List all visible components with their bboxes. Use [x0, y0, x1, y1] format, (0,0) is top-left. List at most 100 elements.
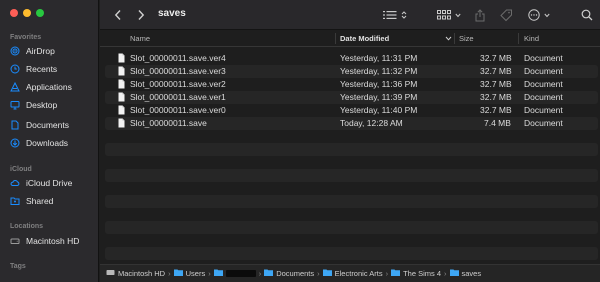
file-row[interactable]: Slot_00000011.save.ver1 Yesterday, 11:39… [105, 91, 598, 104]
empty-row [105, 221, 598, 234]
sidebar-item-shared[interactable]: Shared [10, 196, 53, 206]
sidebar-item-downloads[interactable]: Downloads [10, 138, 68, 148]
path-item-saves[interactable]: saves [449, 269, 482, 278]
document-icon [118, 92, 125, 102]
file-kind: Document [524, 66, 563, 76]
close-window-button[interactable] [10, 9, 18, 17]
file-name: Slot_00000011.save.ver0 [130, 105, 226, 115]
path-item-users[interactable]: Users [173, 269, 206, 278]
sidebar-item-label: Documents [26, 120, 69, 130]
column-name-header[interactable]: Name [130, 34, 150, 43]
column-date-header[interactable]: Date Modified [340, 34, 389, 43]
share-button[interactable] [475, 0, 485, 30]
updown-chevron-icon [401, 10, 407, 20]
file-row[interactable]: Slot_00000011.save.ver4 Yesterday, 11:31… [105, 52, 598, 65]
file-kind: Document [524, 92, 563, 102]
back-button[interactable] [114, 0, 122, 30]
sidebar-item-applications[interactable]: Applications [10, 82, 72, 92]
chevron-down-icon [455, 13, 461, 18]
file-date: Yesterday, 11:40 PM [340, 105, 418, 115]
share-icon [475, 8, 485, 22]
file-row[interactable]: Slot_00000011.save Today, 12:28 AM 7.4 M… [105, 117, 598, 130]
clock-icon [10, 64, 20, 74]
path-item-electronic-arts[interactable]: Electronic Arts [322, 269, 383, 278]
path-item-label: Documents [276, 269, 315, 278]
column-divider[interactable] [454, 33, 455, 44]
path-item-label: Electronic Arts [334, 269, 383, 278]
sidebar-section-tags: Tags [10, 263, 26, 270]
sidebar-item-label: iCloud Drive [26, 178, 73, 188]
document-icon [118, 105, 125, 115]
column-header: Name Date Modified Size Kind [100, 30, 600, 47]
file-size: 32.7 MB [480, 79, 512, 89]
empty-row [105, 130, 598, 143]
shared-folder-icon [10, 196, 20, 206]
file-row[interactable]: Slot_00000011.save.ver2 Yesterday, 11:36… [105, 78, 598, 91]
column-divider[interactable] [518, 33, 519, 44]
column-kind-header[interactable]: Kind [524, 34, 539, 43]
file-row[interactable]: Slot_00000011.save.ver0 Yesterday, 11:40… [105, 104, 598, 117]
file-date: Today, 12:28 AM [340, 118, 403, 128]
file-name: Slot_00000011.save.ver4 [130, 53, 226, 63]
more-actions-button[interactable] [528, 0, 550, 30]
folder-icon [391, 269, 401, 278]
path-bar: Macintosh HD › Users › › Documents › Ele… [100, 264, 600, 282]
empty-row [105, 195, 598, 208]
file-name: Slot_00000011.save.ver3 [130, 66, 226, 76]
file-kind: Document [524, 118, 563, 128]
folder-icon [264, 269, 274, 278]
sidebar-item-desktop[interactable]: Desktop [10, 100, 57, 110]
sidebar-item-airdrop[interactable]: AirDrop [10, 46, 55, 56]
group-button[interactable] [437, 0, 461, 30]
file-name: Slot_00000011.save.ver2 [130, 79, 226, 89]
sidebar-item-documents[interactable]: Documents [10, 120, 69, 130]
minimize-window-button[interactable] [23, 9, 31, 17]
path-item-macintosh-hd[interactable]: Macintosh HD [106, 269, 165, 278]
path-item-label: Users [185, 269, 206, 278]
file-list: Slot_00000011.save.ver4 Yesterday, 11:31… [100, 48, 600, 260]
file-date: Yesterday, 11:31 PM [340, 53, 418, 63]
empty-row [105, 247, 598, 260]
grid-icon [437, 10, 451, 20]
path-separator-icon: › [208, 269, 211, 278]
path-item-documents[interactable]: Documents [264, 269, 314, 278]
file-size: 32.7 MB [480, 105, 512, 115]
sidebar-item-recents[interactable]: Recents [10, 64, 57, 74]
tag-button[interactable] [500, 0, 513, 30]
document-icon [118, 66, 125, 76]
path-separator-icon: › [317, 269, 320, 278]
forward-button[interactable] [137, 0, 145, 30]
sidebar-item-label: Downloads [26, 138, 69, 148]
empty-row [105, 143, 598, 156]
file-name: Slot_00000011.save.ver1 [130, 92, 226, 102]
toolbar: saves [100, 0, 600, 30]
search-icon [581, 9, 593, 21]
sidebar-item-label: Shared [26, 196, 54, 206]
window-controls [10, 9, 44, 17]
sidebar-item-label: AirDrop [26, 46, 55, 56]
file-size: 32.7 MB [480, 92, 512, 102]
chevron-right-icon [137, 9, 145, 21]
file-row[interactable]: Slot_00000011.save.ver3 Yesterday, 11:32… [105, 65, 598, 78]
path-item-the-sims-4[interactable]: The Sims 4 [391, 269, 441, 278]
sidebar-item-macintosh-hd[interactable]: Macintosh HD [10, 236, 79, 246]
path-separator-icon: › [168, 269, 171, 278]
cloud-icon [10, 178, 20, 188]
path-item-label: saves [461, 269, 482, 278]
desktop-icon [10, 100, 20, 110]
empty-row [105, 169, 598, 182]
folder-icon [322, 269, 332, 278]
document-icon [118, 118, 125, 128]
search-button[interactable] [581, 0, 593, 30]
column-divider[interactable] [335, 33, 336, 44]
view-mode-button[interactable] [383, 0, 407, 30]
disk-icon [106, 269, 115, 278]
file-name: Slot_00000011.save [130, 118, 207, 128]
path-item-home[interactable] [213, 269, 256, 278]
sidebar-item-icloud-drive[interactable]: iCloud Drive [10, 178, 72, 188]
path-separator-icon: › [258, 269, 262, 278]
fullscreen-window-button[interactable] [36, 9, 44, 17]
disk-icon [10, 236, 20, 246]
column-size-header[interactable]: Size [459, 34, 474, 43]
file-kind: Document [524, 53, 563, 63]
